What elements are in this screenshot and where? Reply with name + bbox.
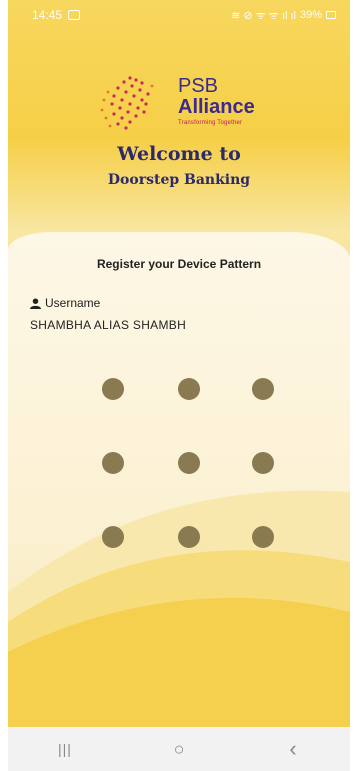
status-time: 14:45 bbox=[32, 8, 63, 22]
username-label: Username bbox=[30, 296, 100, 310]
battery-level: 39% bbox=[299, 9, 322, 21]
pattern-dot-2[interactable] bbox=[178, 378, 200, 400]
status-indicators: ≋ ⊘ ᯤ ᯤ ıl ıl bbox=[231, 9, 296, 22]
home-button[interactable]: ○ bbox=[159, 734, 199, 764]
card-title: Register your Device Pattern bbox=[96, 257, 262, 271]
logo-text: PSB Alliance Transforming Together bbox=[178, 76, 255, 126]
pattern-dot-8[interactable] bbox=[178, 526, 200, 548]
pattern-dot-9[interactable] bbox=[252, 526, 274, 548]
username-value: SHAMBHA ALIAS SHAMBH bbox=[30, 318, 187, 332]
logo-tagline: Transforming Together bbox=[178, 120, 243, 126]
android-nav-bar: ||| ○ ‹ bbox=[8, 727, 350, 771]
home-icon: ○ bbox=[173, 738, 185, 759]
logo-alliance: Alliance bbox=[178, 96, 255, 118]
pattern-dot-1[interactable] bbox=[102, 378, 124, 400]
pattern-dot-5[interactable] bbox=[178, 452, 200, 474]
welcome-heading: Welcome to bbox=[117, 143, 241, 165]
pattern-card: Register your Device Pattern Username SH… bbox=[8, 232, 350, 732]
psb-alliance-logo: PSB Alliance Transforming Together bbox=[90, 70, 310, 140]
recent-apps-button[interactable]: ||| bbox=[45, 734, 85, 764]
app-screen: 14:45 ≋ ⊘ ᯤ ᯤ ıl ıl 39% PSB Alliance Tra… bbox=[8, 0, 350, 771]
status-left: 14:45 bbox=[32, 8, 81, 22]
user-icon bbox=[30, 297, 41, 309]
pattern-dot-7[interactable] bbox=[102, 526, 124, 548]
gallery-notification-icon bbox=[68, 10, 81, 20]
status-right: ≋ ⊘ ᯤ ᯤ ıl ıl 39% bbox=[231, 8, 336, 23]
status-bar: 14:45 ≋ ⊘ ᯤ ᯤ ıl ıl 39% bbox=[8, 0, 350, 30]
back-icon: ‹ bbox=[289, 736, 297, 761]
pattern-dot-3[interactable] bbox=[252, 378, 274, 400]
pattern-dot-4[interactable] bbox=[102, 452, 124, 474]
logo-psb: PSB bbox=[178, 75, 219, 97]
doorstep-banking-heading: Doorstep Banking bbox=[107, 172, 251, 188]
username-label-text: Username bbox=[45, 296, 101, 310]
back-button[interactable]: ‹ bbox=[273, 734, 313, 764]
battery-icon bbox=[326, 11, 336, 19]
logo-swirl-icon bbox=[100, 76, 154, 130]
recent-apps-icon: ||| bbox=[58, 741, 72, 757]
pattern-dot-6[interactable] bbox=[252, 452, 274, 474]
